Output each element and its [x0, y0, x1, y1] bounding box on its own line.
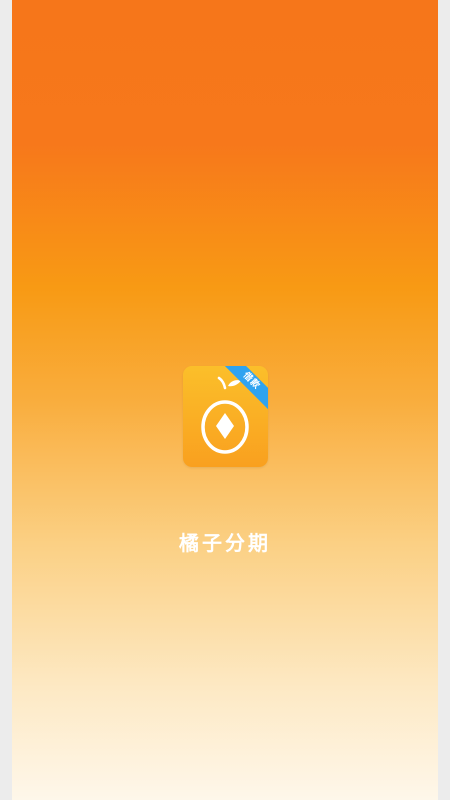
- splash-screen: 借款 橘子分期: [12, 0, 438, 800]
- app-title: 橘子分期: [179, 531, 271, 555]
- app-logo-icon: 借款: [183, 366, 268, 467]
